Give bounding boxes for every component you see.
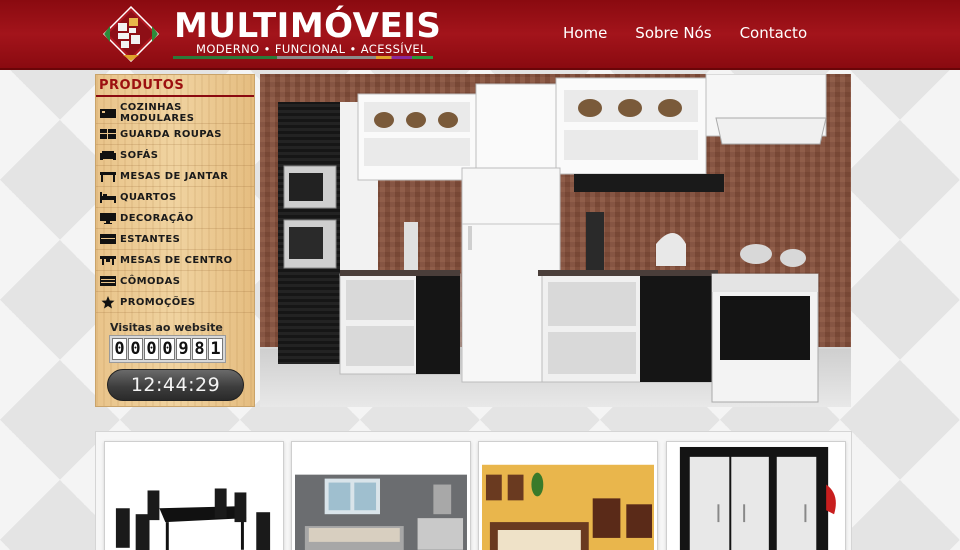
brand-color-rule — [173, 56, 433, 59]
wardrobe-icon — [100, 128, 116, 140]
visit-counter-digit: 0 — [160, 338, 175, 360]
sidebar-item-label: COZINHAS MODULARES — [120, 102, 195, 124]
nav-contacto[interactable]: Contacto — [740, 24, 808, 42]
nav-home[interactable]: Home — [563, 24, 607, 42]
sidebar-item-label: ESTANTES — [120, 233, 181, 245]
sidebar-item-cozinhas[interactable]: COZINHAS MODULARES — [96, 102, 254, 124]
sidebar-item-label: MESAS DE CENTRO — [120, 254, 233, 266]
product-card-bedroom-wood[interactable] — [478, 441, 658, 550]
visit-counter-digit: 1 — [208, 338, 223, 360]
brand-tagline: MODERNO • FUNCIONAL • ACESSÍVEL — [196, 42, 427, 56]
main-nav: Home Sobre Nós Contacto — [563, 24, 807, 42]
sidebar-item-label: DECORAÇÃO — [120, 212, 194, 224]
visit-counter-digit: 0 — [128, 338, 143, 360]
shelf-icon — [100, 233, 116, 245]
product-category-list: COZINHAS MODULARES GUARDA ROUPAS SOFÁS M… — [96, 102, 254, 313]
bed-icon — [100, 191, 116, 203]
sidebar-item-mesas-de-jantar[interactable]: MESAS DE JANTAR — [96, 166, 254, 187]
sidebar-title: PRODUTOS — [96, 75, 254, 97]
product-image-bedroom-grey — [295, 445, 467, 550]
dining-table-icon — [100, 170, 116, 182]
sidebar-item-label: GUARDA ROUPAS — [120, 128, 222, 140]
sidebar-item-mesas-de-centro[interactable]: MESAS DE CENTRO — [96, 250, 254, 271]
products-sidebar: PRODUTOS COZINHAS MODULARES GUARDA ROUPA… — [95, 74, 255, 407]
product-image-bedroom-wood — [482, 445, 654, 550]
sidebar-item-promocoes[interactable]: PROMOÇÕES — [96, 292, 254, 313]
brand-name[interactable]: MULTIMÓVEIS — [174, 8, 441, 44]
sidebar-item-guarda-roupas[interactable]: GUARDA ROUPAS — [96, 124, 254, 145]
product-card-wardrobe[interactable] — [666, 441, 846, 550]
sidebar-item-label: QUARTOS — [120, 191, 177, 203]
visits-label: Visitas ao website — [110, 321, 223, 334]
visit-counter-digit: 9 — [176, 338, 191, 360]
sidebar-item-sofas[interactable]: SOFÁS — [96, 145, 254, 166]
visit-counter-digit: 0 — [112, 338, 127, 360]
sidebar-item-label: PROMOÇÕES — [120, 296, 196, 308]
sidebar-item-comodas[interactable]: CÔMODAS — [96, 271, 254, 292]
hero-kitchen-illustration — [278, 74, 827, 403]
visit-counter: 0 0 0 0 9 8 1 — [109, 335, 226, 363]
monitor-icon — [100, 212, 116, 224]
coffee-table-icon — [100, 254, 116, 266]
visit-counter-digit: 8 — [192, 338, 207, 360]
digital-clock: 12:44:29 — [107, 369, 244, 401]
hero-kitchen-image[interactable] — [260, 74, 851, 407]
sidebar-item-decoracao[interactable]: DECORAÇÃO — [96, 208, 254, 229]
product-image-wardrobe — [670, 445, 842, 550]
featured-products — [95, 431, 852, 550]
sidebar-item-estantes[interactable]: ESTANTES — [96, 229, 254, 250]
visit-counter-digit: 0 — [144, 338, 159, 360]
sidebar-item-quartos[interactable]: QUARTOS — [96, 187, 254, 208]
sidebar-item-label: SOFÁS — [120, 149, 159, 161]
logo-icon[interactable] — [103, 6, 159, 62]
product-card-bedroom-grey[interactable] — [291, 441, 471, 550]
sofa-icon — [100, 149, 116, 161]
nav-sobre-nos[interactable]: Sobre Nós — [635, 24, 711, 42]
sidebar-item-label: MESAS DE JANTAR — [120, 170, 229, 182]
dresser-icon — [100, 275, 116, 287]
star-icon — [100, 295, 116, 308]
sidebar-item-label: CÔMODAS — [120, 275, 181, 287]
product-card-dining[interactable] — [104, 441, 284, 550]
product-image-dining-set — [108, 445, 280, 550]
header-bar: MULTIMÓVEIS MODERNO • FUNCIONAL • ACESSÍ… — [0, 0, 960, 70]
kitchen-icon — [100, 107, 116, 119]
